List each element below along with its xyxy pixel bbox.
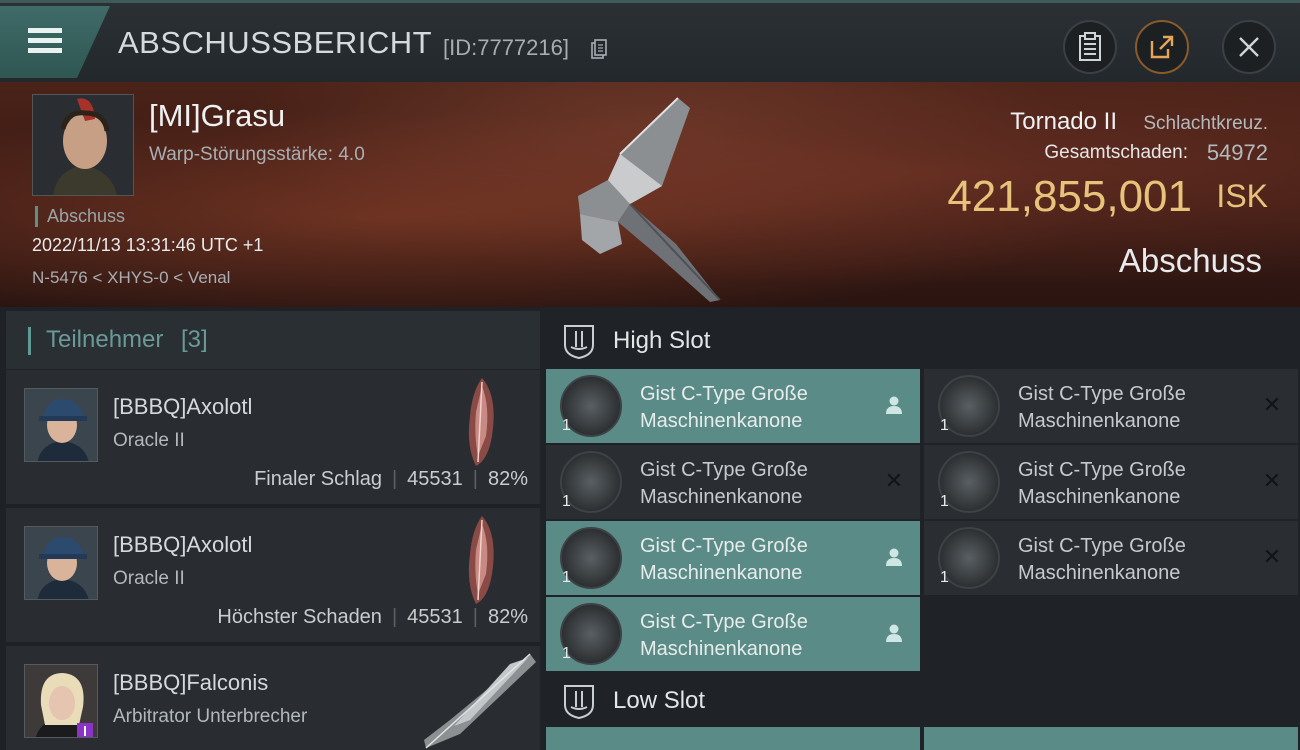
module-quantity: 1 bbox=[940, 569, 949, 586]
module-slot[interactable]: 1 Gist C-Type Große Maschinenkanone bbox=[546, 597, 920, 671]
participant-name[interactable]: [BBBQ]Falconis bbox=[113, 670, 268, 696]
participant-ship[interactable]: Oracle II bbox=[113, 430, 185, 452]
participant-damage: 45531 bbox=[407, 606, 463, 628]
module-name: Gist C-Type Große Maschinenkanone bbox=[640, 611, 808, 660]
high-slot-label: High Slot bbox=[613, 327, 711, 354]
module-name: Gist C-Type Große Maschinenkanone bbox=[640, 535, 808, 584]
pilot-avatar bbox=[33, 95, 133, 195]
module-name: Gist C-Type Große Maschinenkanone bbox=[640, 459, 808, 508]
victim-ship-image[interactable] bbox=[560, 94, 740, 304]
pilot-avatar bbox=[24, 664, 98, 738]
isk-unit: ISK bbox=[1216, 178, 1268, 214]
module-quantity: 1 bbox=[562, 569, 571, 586]
victim-ship-class: Schlachtkreuz. bbox=[1143, 113, 1268, 134]
destroyed-x-icon: ✕ bbox=[884, 468, 904, 494]
module-slot[interactable]: 1 Gist C-Type Große Maschinenkanone bbox=[546, 369, 920, 443]
participant-stats: Finaler Schlag | 45531 | 82% bbox=[254, 468, 528, 490]
kill-location[interactable]: N-5476 < XHYS-0 < Venal bbox=[32, 268, 230, 288]
module-name: Gist C-Type Große Maschinenkanone bbox=[1018, 459, 1186, 508]
title-bar: ABSCHUSSBERICHT [ID:7777216] bbox=[0, 0, 1300, 82]
participants-title: Teilnehmer bbox=[46, 326, 164, 353]
destroyed-x-icon: ✕ bbox=[1262, 544, 1282, 570]
total-damage-value: 54972 bbox=[1206, 140, 1268, 165]
isk-value: 421,855,001 bbox=[947, 172, 1192, 221]
participant-damage: 45531 bbox=[407, 468, 463, 490]
participant-ship-image[interactable] bbox=[448, 376, 510, 468]
low-slot-header[interactable]: Low Slot bbox=[540, 669, 1300, 731]
destroyed-x-icon: ✕ bbox=[1262, 468, 1282, 494]
participant-stats: Höchster Schaden | 45531 | 82% bbox=[217, 606, 528, 628]
victim-ship-name[interactable]: Tornado II bbox=[1010, 108, 1117, 136]
participants-panel: Teilnehmer [3] [BBBQ]Axolotl Oracle II F… bbox=[0, 307, 540, 750]
participant-ship-image[interactable] bbox=[448, 514, 510, 606]
kill-datetime: 2022/11/13 13:31:46 UTC +1 bbox=[32, 235, 264, 255]
warp-strength: Warp-Störungsstärke: 4.0 bbox=[149, 144, 365, 165]
pilot-avatar bbox=[24, 388, 98, 462]
high-slot-icon bbox=[564, 325, 594, 359]
module-name: Gist C-Type Große Maschinenkanone bbox=[1018, 383, 1186, 432]
clipboard-icon bbox=[1079, 32, 1101, 61]
participant-ship[interactable]: Arbitrator Unterbrecher bbox=[113, 706, 307, 728]
participant-ship-image[interactable] bbox=[420, 650, 536, 750]
module-quantity: 1 bbox=[940, 493, 949, 510]
module-slot[interactable]: 1 Gist C-Type Große Maschinenkanone ✕ bbox=[924, 521, 1298, 595]
page-title: ABSCHUSSBERICHT bbox=[118, 25, 433, 60]
module-quantity: 1 bbox=[562, 417, 571, 434]
module-slot[interactable]: 1 Gist C-Type Große Maschinenkanone ✕ bbox=[924, 369, 1298, 443]
dropped-person-icon bbox=[882, 545, 906, 569]
share-button[interactable] bbox=[1135, 20, 1189, 74]
module-slot[interactable]: 1 Gist C-Type Große Maschinenkanone ✕ bbox=[924, 445, 1298, 519]
module-slot[interactable]: 1 Gist C-Type Große Maschinenkanone ✕ bbox=[546, 445, 920, 519]
participant-role: Finaler Schlag bbox=[254, 468, 382, 490]
total-damage-label: Gesamtschaden: bbox=[1044, 142, 1188, 163]
module-quantity: 1 bbox=[562, 645, 571, 662]
kill-result: Abschuss bbox=[1118, 242, 1262, 279]
participant-name[interactable]: [BBBQ]Axolotl bbox=[113, 394, 252, 420]
module-slot[interactable] bbox=[924, 727, 1298, 750]
participant-row[interactable]: [BBBQ]Axolotl Oracle II Höchster Schaden… bbox=[6, 508, 540, 642]
high-slot-header[interactable]: High Slot bbox=[540, 309, 1300, 371]
participant-row[interactable]: [BBBQ]Axolotl Oracle II Finaler Schlag |… bbox=[6, 370, 540, 504]
share-icon bbox=[1150, 35, 1174, 59]
low-slot-label: Low Slot bbox=[613, 687, 706, 714]
menu-button[interactable] bbox=[0, 6, 110, 78]
participant-name[interactable]: [BBBQ]Axolotl bbox=[113, 532, 252, 558]
participants-header[interactable]: Teilnehmer [3] bbox=[6, 311, 540, 369]
participant-role: Höchster Schaden bbox=[217, 606, 382, 628]
clipboard-button[interactable] bbox=[1063, 20, 1117, 74]
victim-portrait[interactable] bbox=[32, 94, 134, 196]
close-icon bbox=[1239, 37, 1259, 57]
module-name: Gist C-Type Große Maschinenkanone bbox=[1018, 535, 1186, 584]
participants-count: [3] bbox=[181, 326, 208, 353]
low-slot-icon bbox=[564, 685, 594, 719]
menu-icon bbox=[28, 28, 62, 33]
kill-type-tag: Abschuss bbox=[35, 206, 125, 227]
fitting-panel: High Slot 1 Gist C-Type Große Maschinenka… bbox=[540, 307, 1300, 750]
module-slot[interactable] bbox=[546, 727, 920, 750]
destroyed-x-icon: ✕ bbox=[1262, 392, 1282, 418]
victim-name[interactable]: [MI]Grasu bbox=[149, 98, 285, 134]
dropped-person-icon bbox=[882, 393, 906, 417]
participant-percent: 82% bbox=[487, 606, 528, 628]
participant-percent: 82% bbox=[487, 468, 528, 490]
module-quantity: 1 bbox=[940, 417, 949, 434]
copy-icon[interactable] bbox=[591, 39, 607, 59]
participant-row[interactable]: [BBBQ]Falconis Arbitrator Unterbrecher bbox=[6, 646, 540, 750]
close-button[interactable] bbox=[1222, 20, 1276, 74]
module-slot[interactable]: 1 Gist C-Type Große Maschinenkanone bbox=[546, 521, 920, 595]
module-quantity: 1 bbox=[562, 493, 571, 510]
participant-ship[interactable]: Oracle II bbox=[113, 568, 185, 590]
dropped-person-icon bbox=[882, 621, 906, 645]
kill-banner: [MI]Grasu Warp-Störungsstärke: 4.0 Absch… bbox=[0, 82, 1300, 307]
pilot-avatar bbox=[24, 526, 98, 600]
module-name: Gist C-Type Große Maschinenkanone bbox=[640, 383, 808, 432]
report-id: [ID:7777216] bbox=[443, 35, 569, 60]
